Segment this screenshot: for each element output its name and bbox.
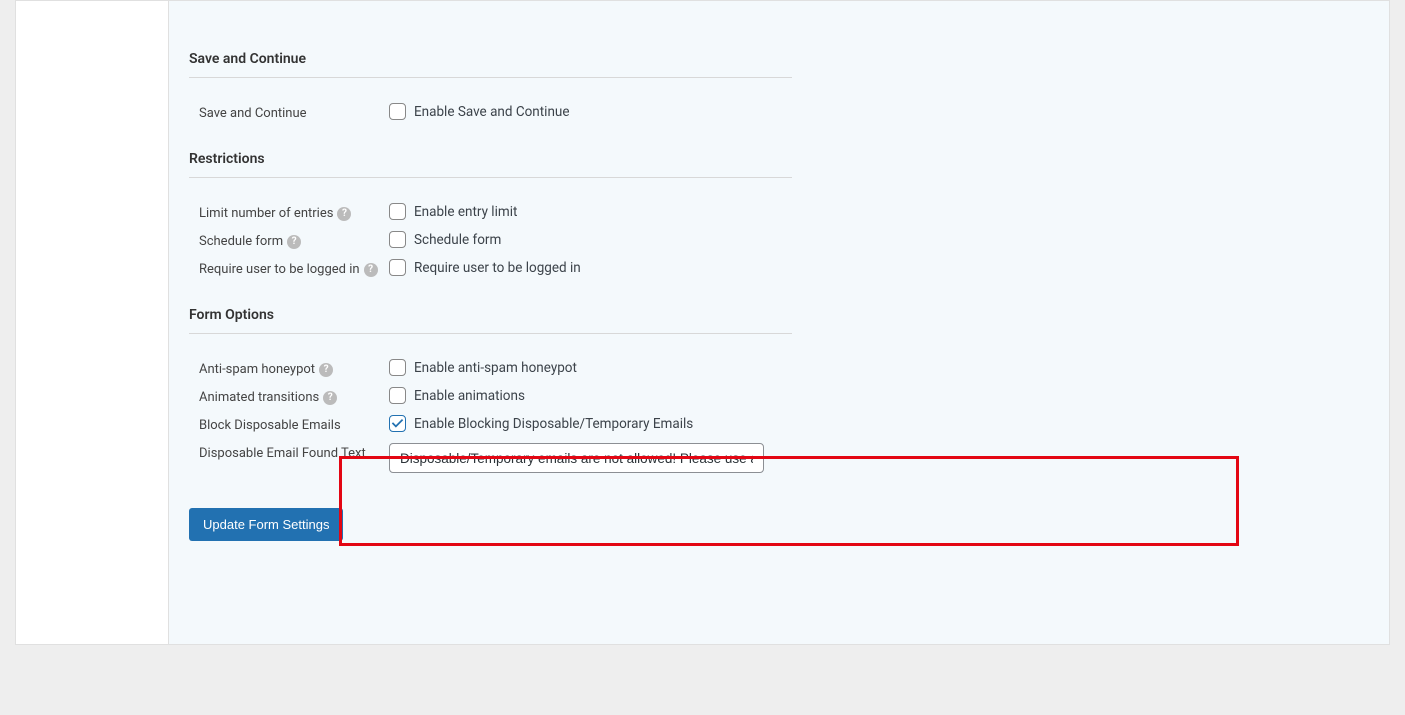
row-block-disposable: Block Disposable Emails Enable Blocking … bbox=[189, 405, 1369, 433]
label-disposable-text: Disposable Email Found Text bbox=[189, 443, 389, 461]
control-animated: Enable animations bbox=[389, 387, 525, 404]
checkbox-label-limit-entries: Enable entry limit bbox=[414, 204, 517, 220]
section-header-restrictions: Restrictions bbox=[189, 121, 792, 178]
help-icon[interactable]: ? bbox=[319, 363, 333, 377]
label-text: Anti-spam honeypot bbox=[199, 362, 315, 377]
page-container: Save and Continue Save and Continue Enab… bbox=[0, 0, 1405, 715]
label-text: Require user to be logged in bbox=[199, 262, 360, 277]
row-save-continue: Save and Continue Enable Save and Contin… bbox=[189, 93, 1369, 121]
rows-group: Limit number of entries ? Enable entry l… bbox=[189, 178, 1369, 277]
control-anti-spam: Enable anti-spam honeypot bbox=[389, 359, 577, 376]
control-limit-entries: Enable entry limit bbox=[389, 203, 517, 220]
label-block-disposable: Block Disposable Emails bbox=[189, 415, 389, 433]
control-schedule-form: Schedule form bbox=[389, 231, 501, 248]
checkbox-label-anti-spam: Enable anti-spam honeypot bbox=[414, 360, 577, 376]
row-require-login: Require user to be logged in ? Require u… bbox=[189, 249, 1369, 277]
row-schedule-form: Schedule form ? Schedule form bbox=[189, 221, 1369, 249]
control-save-continue: Enable Save and Continue bbox=[389, 103, 570, 120]
checkbox-anti-spam[interactable] bbox=[389, 359, 406, 376]
control-block-disposable: Enable Blocking Disposable/Temporary Ema… bbox=[389, 415, 693, 432]
help-icon[interactable]: ? bbox=[337, 207, 351, 221]
sidebar bbox=[16, 1, 169, 644]
label-text: Animated transitions bbox=[199, 390, 319, 405]
label-text: Limit number of entries bbox=[199, 206, 333, 221]
row-disposable-text: Disposable Email Found Text bbox=[189, 433, 1369, 473]
label-schedule-form: Schedule form ? bbox=[189, 231, 389, 249]
update-button[interactable]: Update Form Settings bbox=[189, 508, 343, 541]
label-text: Schedule form bbox=[199, 234, 283, 249]
content-area: Save and Continue Save and Continue Enab… bbox=[169, 1, 1389, 644]
rows-group: Save and Continue Enable Save and Contin… bbox=[189, 78, 1369, 121]
control-require-login: Require user to be logged in bbox=[389, 259, 581, 276]
help-icon[interactable]: ? bbox=[364, 263, 378, 277]
check-icon bbox=[391, 417, 404, 430]
section-header-save-continue: Save and Continue bbox=[189, 21, 792, 78]
help-icon[interactable]: ? bbox=[287, 235, 301, 249]
help-icon[interactable]: ? bbox=[323, 391, 337, 405]
checkbox-animated[interactable] bbox=[389, 387, 406, 404]
settings-panel: Save and Continue Save and Continue Enab… bbox=[15, 0, 1390, 645]
checkbox-label-schedule-form: Schedule form bbox=[414, 232, 501, 248]
rows-group: Anti-spam honeypot ? Enable anti-spam ho… bbox=[189, 334, 1369, 473]
label-limit-entries: Limit number of entries ? bbox=[189, 203, 389, 221]
label-animated: Animated transitions ? bbox=[189, 387, 389, 405]
label-text: Block Disposable Emails bbox=[199, 418, 341, 433]
control-disposable-text bbox=[389, 443, 764, 473]
row-limit-entries: Limit number of entries ? Enable entry l… bbox=[189, 193, 1369, 221]
section-header-form-options: Form Options bbox=[189, 277, 792, 334]
checkbox-label-require-login: Require user to be logged in bbox=[414, 260, 581, 276]
label-anti-spam: Anti-spam honeypot ? bbox=[189, 359, 389, 377]
label-require-login: Require user to be logged in ? bbox=[189, 259, 389, 277]
checkbox-label-save-continue: Enable Save and Continue bbox=[414, 104, 570, 120]
checkbox-label-animated: Enable animations bbox=[414, 388, 525, 404]
checkbox-block-disposable[interactable] bbox=[389, 415, 406, 432]
row-anti-spam: Anti-spam honeypot ? Enable anti-spam ho… bbox=[189, 349, 1369, 377]
checkbox-label-block-disposable: Enable Blocking Disposable/Temporary Ema… bbox=[414, 416, 693, 432]
label-text: Save and Continue bbox=[199, 106, 307, 121]
label-text: Disposable Email Found Text bbox=[199, 446, 366, 461]
label-save-continue: Save and Continue bbox=[189, 103, 389, 121]
row-animated: Animated transitions ? Enable animations bbox=[189, 377, 1369, 405]
checkbox-save-continue[interactable] bbox=[389, 103, 406, 120]
checkbox-require-login[interactable] bbox=[389, 259, 406, 276]
checkbox-limit-entries[interactable] bbox=[389, 203, 406, 220]
spacer bbox=[189, 1, 1369, 21]
checkbox-schedule-form[interactable] bbox=[389, 231, 406, 248]
input-disposable-text[interactable] bbox=[389, 443, 764, 473]
